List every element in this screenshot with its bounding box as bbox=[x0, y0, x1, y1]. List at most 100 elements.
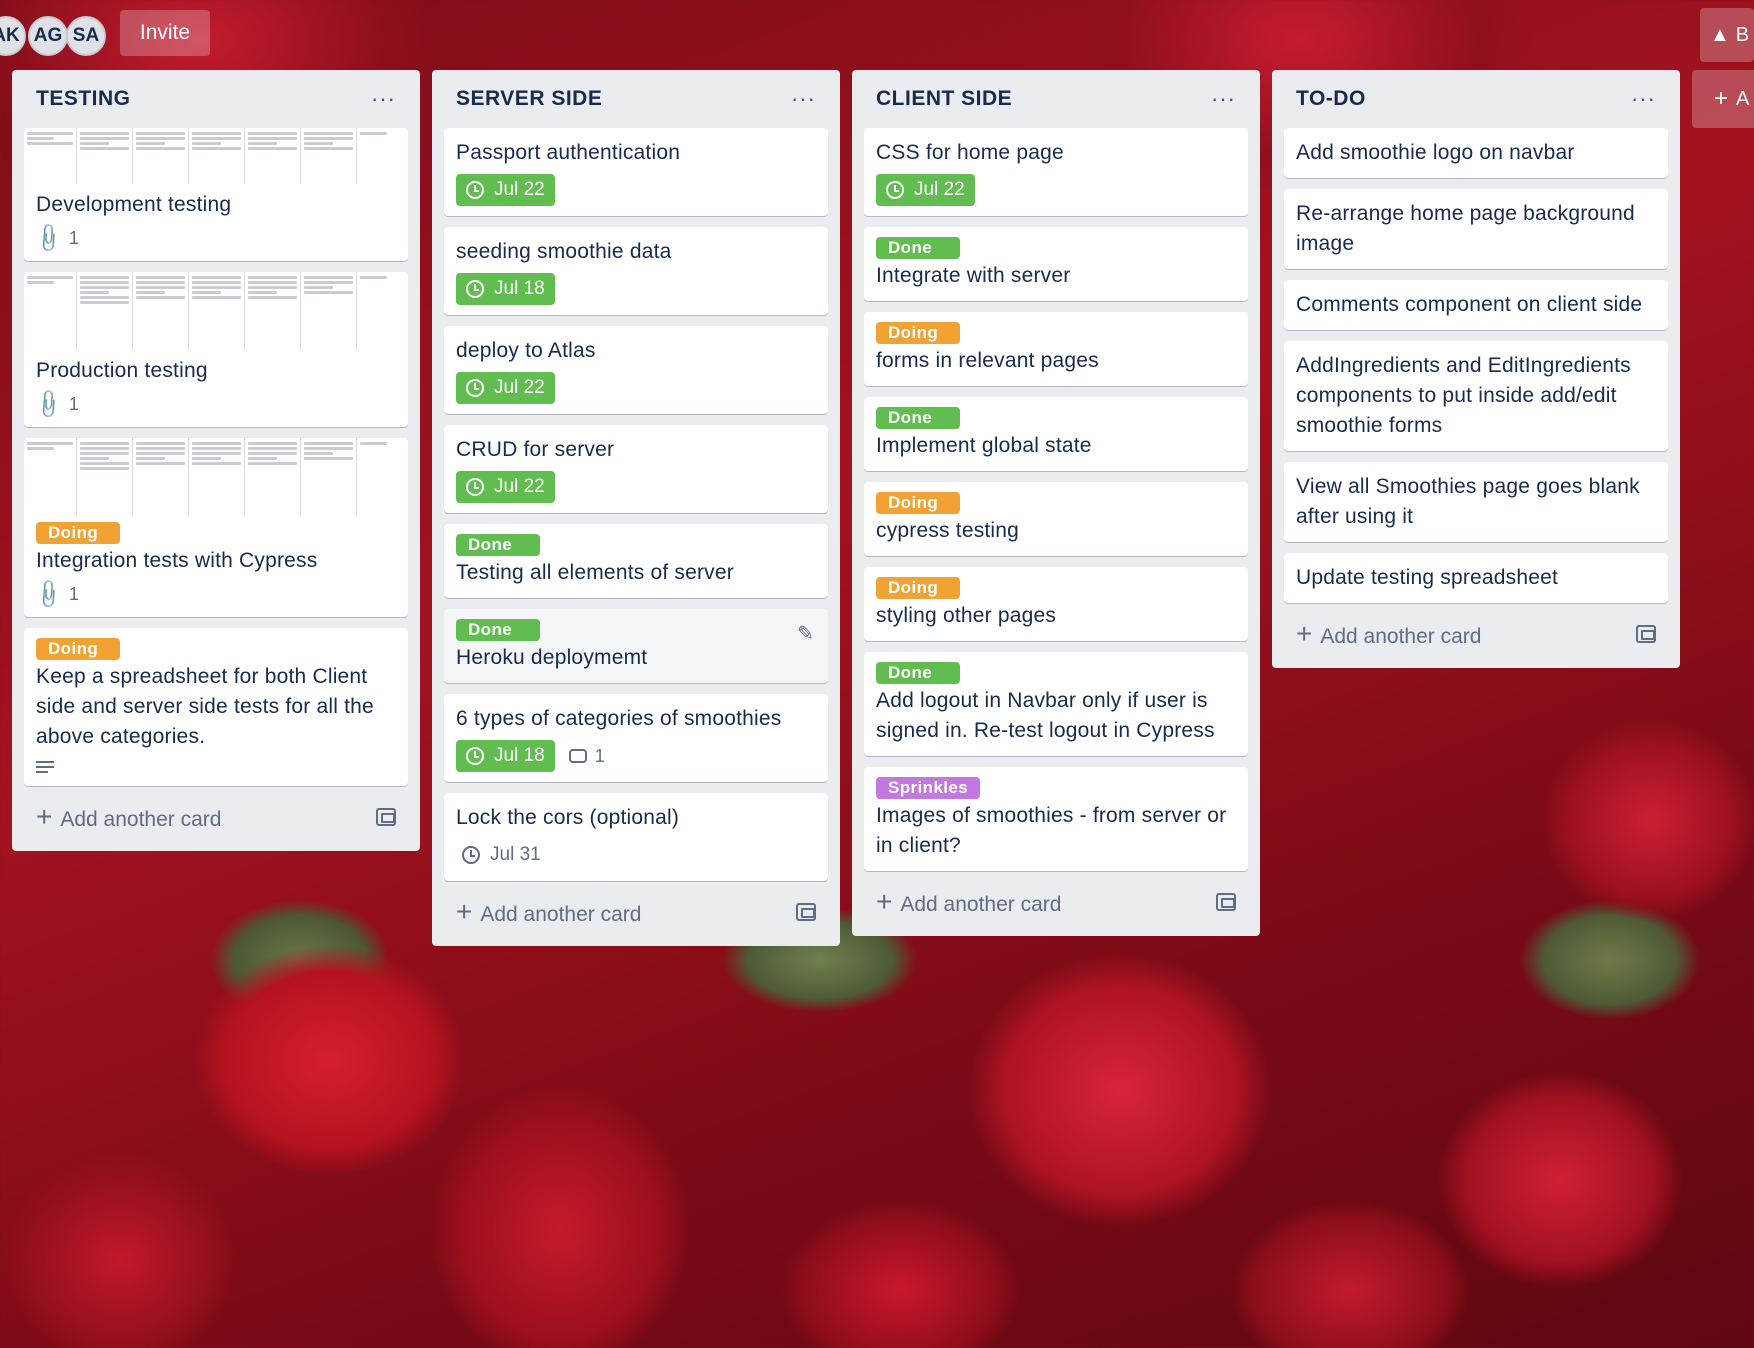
list-title[interactable]: CLIENT SIDE bbox=[876, 87, 1012, 111]
list-header: SERVER SIDE ··· bbox=[444, 70, 828, 128]
add-card-button[interactable]: + Add another card bbox=[24, 795, 408, 839]
card[interactable]: Done Integrate with server bbox=[864, 227, 1248, 301]
card[interactable]: Add smoothie logo on navbar bbox=[1284, 128, 1668, 178]
plus-icon: + bbox=[876, 886, 893, 917]
label-done: Done bbox=[456, 534, 540, 556]
card[interactable]: Update testing spreadsheet bbox=[1284, 553, 1668, 603]
member-avatar[interactable]: AG bbox=[28, 16, 68, 56]
card-title: Production testing bbox=[36, 359, 208, 382]
attachment-badge: 📎 1 bbox=[32, 578, 79, 611]
card[interactable]: AddIngredients and EditIngredients compo… bbox=[1284, 341, 1668, 451]
card-template-icon[interactable] bbox=[376, 808, 396, 826]
list-title[interactable]: TO-DO bbox=[1296, 87, 1366, 111]
card-cover-image bbox=[24, 128, 408, 184]
card[interactable]: Passport authentication Jul 22 bbox=[444, 128, 828, 216]
card[interactable]: deploy to Atlas Jul 22 bbox=[444, 326, 828, 414]
edit-pencil-icon[interactable]: ✎ bbox=[797, 621, 814, 646]
card-template-icon[interactable] bbox=[1636, 625, 1656, 643]
card[interactable]: Done Implement global state bbox=[864, 397, 1248, 471]
label-done: Done bbox=[876, 662, 960, 684]
clock-icon bbox=[466, 379, 484, 397]
card[interactable]: Production testing 📎 1 bbox=[24, 272, 408, 427]
card-title: Images of smoothies - from server or in … bbox=[876, 804, 1227, 857]
clock-icon bbox=[886, 181, 904, 199]
label-sprinkles: Sprinkles bbox=[876, 777, 981, 799]
add-list-label: A bbox=[1736, 87, 1750, 110]
card[interactable]: Doing Keep a spreadsheet for both Client… bbox=[24, 628, 408, 786]
list-title[interactable]: SERVER SIDE bbox=[456, 87, 602, 111]
list-menu-icon[interactable]: ··· bbox=[791, 86, 816, 112]
due-date-badge[interactable]: Jul 22 bbox=[456, 174, 555, 206]
card[interactable]: ✎ Done Heroku deploymemt bbox=[444, 609, 828, 683]
card-cover-image bbox=[24, 272, 408, 350]
card[interactable]: Doing Integration tests with Cypress 📎 1 bbox=[24, 438, 408, 617]
attachment-badge: 📎 1 bbox=[32, 222, 79, 255]
clock-icon bbox=[466, 280, 484, 298]
comment-count: 1 bbox=[594, 745, 605, 766]
add-card-button[interactable]: + Add another card bbox=[1284, 612, 1668, 656]
card[interactable]: seeding smoothie data Jul 18 bbox=[444, 227, 828, 315]
list-header: TO-DO ··· bbox=[1284, 70, 1668, 128]
due-date: Jul 22 bbox=[494, 179, 545, 200]
card[interactable]: Comments component on client side bbox=[1284, 280, 1668, 330]
card[interactable]: CRUD for server Jul 22 bbox=[444, 425, 828, 513]
list-header: TESTING ··· bbox=[24, 70, 408, 128]
due-date-badge[interactable]: Jul 22 bbox=[876, 174, 975, 206]
card-title: Integrate with server bbox=[876, 264, 1071, 287]
list-menu-icon[interactable]: ··· bbox=[1631, 86, 1656, 112]
add-card-label: Add another card bbox=[1320, 625, 1482, 648]
member-avatar[interactable]: AK bbox=[0, 16, 26, 56]
add-card-label: Add another card bbox=[480, 903, 642, 926]
clock-icon bbox=[466, 747, 484, 765]
add-card-label: Add another card bbox=[900, 893, 1062, 916]
add-list-button[interactable]: + A bbox=[1692, 70, 1754, 128]
card[interactable]: Sprinkles Images of smoothies - from ser… bbox=[864, 767, 1248, 871]
card[interactable]: Doing forms in relevant pages bbox=[864, 312, 1248, 386]
card-template-icon[interactable] bbox=[796, 903, 816, 921]
card-title: Passport authentication bbox=[456, 141, 681, 164]
card-template-icon[interactable] bbox=[1216, 893, 1236, 911]
card-title: styling other pages bbox=[876, 604, 1057, 627]
board-menu-button[interactable]: ▲ B bbox=[1700, 8, 1754, 62]
add-card-button[interactable]: + Add another card bbox=[864, 880, 1248, 924]
card-title: CRUD for server bbox=[456, 438, 615, 461]
due-date-badge[interactable]: Jul 18 bbox=[456, 273, 555, 305]
card[interactable]: Done Add logout in Navbar only if user i… bbox=[864, 652, 1248, 756]
member-avatar[interactable]: SA bbox=[66, 16, 106, 56]
card[interactable]: View all Smoothies page goes blank after… bbox=[1284, 462, 1668, 542]
due-date-badge[interactable]: Jul 31 bbox=[456, 839, 547, 871]
list-testing: TESTING ··· Development testing 📎 1 Prod… bbox=[12, 70, 420, 851]
card[interactable]: Doing cypress testing bbox=[864, 482, 1248, 556]
due-date-badge[interactable]: Jul 22 bbox=[456, 471, 555, 503]
card[interactable]: CSS for home page Jul 22 bbox=[864, 128, 1248, 216]
card[interactable]: Done Testing all elements of server bbox=[444, 524, 828, 598]
list-title[interactable]: TESTING bbox=[36, 87, 131, 111]
invite-button[interactable]: Invite bbox=[120, 10, 210, 56]
label-done: Done bbox=[876, 407, 960, 429]
clock-icon bbox=[466, 181, 484, 199]
card[interactable]: Re-arrange home page background image bbox=[1284, 189, 1668, 269]
add-card-button[interactable]: + Add another card bbox=[444, 890, 828, 934]
card-title: CSS for home page bbox=[876, 141, 1064, 164]
due-date-badge[interactable]: Jul 18 bbox=[456, 740, 555, 772]
card[interactable]: Development testing 📎 1 bbox=[24, 128, 408, 261]
board-menu-label: B bbox=[1735, 23, 1750, 46]
plus-icon: + bbox=[1714, 85, 1729, 112]
card[interactable]: 6 types of categories of smoothies Jul 1… bbox=[444, 694, 828, 782]
card[interactable]: Doing styling other pages bbox=[864, 567, 1248, 641]
due-date-badge[interactable]: Jul 22 bbox=[456, 372, 555, 404]
clock-icon bbox=[462, 846, 480, 864]
card-title: seeding smoothie data bbox=[456, 240, 672, 263]
label-doing: Doing bbox=[36, 638, 120, 660]
card-title: Lock the cors (optional) bbox=[456, 806, 680, 829]
card[interactable]: Lock the cors (optional) Jul 31 bbox=[444, 793, 828, 881]
list-menu-icon[interactable]: ··· bbox=[371, 86, 396, 112]
card-title: forms in relevant pages bbox=[876, 349, 1099, 372]
plus-icon: + bbox=[36, 801, 53, 832]
list-menu-icon[interactable]: ··· bbox=[1211, 86, 1236, 112]
due-date: Jul 18 bbox=[494, 745, 545, 766]
card-title: Implement global state bbox=[876, 434, 1092, 457]
due-date: Jul 22 bbox=[914, 179, 965, 200]
due-date: Jul 31 bbox=[490, 844, 541, 865]
label-doing: Doing bbox=[876, 322, 960, 344]
